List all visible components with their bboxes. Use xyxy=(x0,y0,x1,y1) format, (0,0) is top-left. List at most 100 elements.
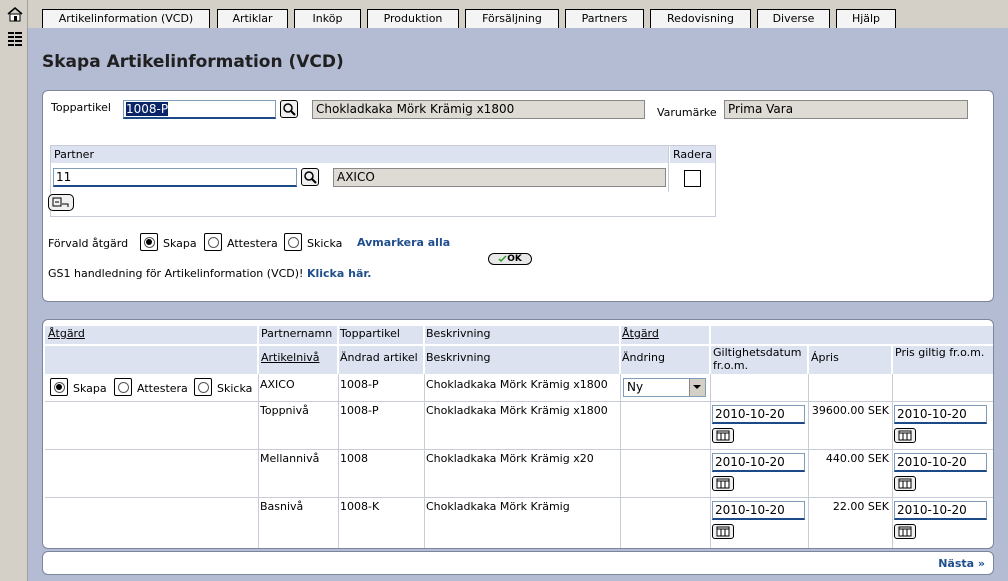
th-pris-giltig: Pris giltig fr.o.m. xyxy=(893,346,993,374)
row-partnernamn: AXICO xyxy=(260,378,295,391)
pris-giltig-input[interactable]: 2010-10-20 xyxy=(894,405,987,424)
avmarkera-alla-link[interactable]: Avmarkera alla xyxy=(357,236,450,249)
row-apris: 22.00 SEK xyxy=(832,500,889,513)
row-artikel: 1008-K xyxy=(340,500,380,513)
calendar-button[interactable] xyxy=(712,428,734,443)
tab-partners[interactable]: Partners xyxy=(565,9,644,28)
partner-name: AXICO xyxy=(333,168,666,187)
toppartikel-search-button[interactable] xyxy=(280,100,298,118)
tab-artikelinformation[interactable]: Artikelinformation (VCD) xyxy=(42,9,210,28)
partner-header: Partner xyxy=(51,146,668,163)
row-artikel: 1008-P xyxy=(340,404,379,417)
row-attestera-radio[interactable] xyxy=(114,378,132,396)
calendar-icon xyxy=(898,430,912,441)
forvald-attestera-radio[interactable] xyxy=(204,233,222,251)
giltighet-input[interactable]: 2010-10-20 xyxy=(712,453,805,472)
row-beskrivning: Chokladkaka Mörk Krämig x1800 xyxy=(426,404,608,417)
calendar-icon xyxy=(716,430,730,441)
forvald-label: Förvald åtgärd xyxy=(48,237,129,250)
row-artikel: 1008 xyxy=(340,452,368,465)
tab-redovisning[interactable]: Redovisning xyxy=(650,9,751,28)
forvald-attestera-label: Attestera xyxy=(227,237,278,250)
tab-produktion[interactable]: Produktion xyxy=(367,9,459,28)
toppartikel-value: 1008-P xyxy=(126,102,169,116)
partner-col-divider xyxy=(668,146,669,192)
andring-select[interactable]: Ny xyxy=(623,378,706,397)
th-partnernamn: Partnernamn xyxy=(259,326,337,344)
table-panel: Åtgärd Partnernamn Toppartikel Beskrivni… xyxy=(42,319,994,549)
varumarke-value: Prima Vara xyxy=(724,100,968,119)
tab-inkop[interactable]: Inköp xyxy=(294,9,361,28)
toppartikel-label: Toppartikel xyxy=(51,101,111,114)
th-atgard2: Åtgärd xyxy=(621,326,709,344)
partner-search-button[interactable] xyxy=(301,168,319,186)
forvald-skicka-radio[interactable] xyxy=(284,233,302,251)
th-beskrivning2: Beskrivning xyxy=(425,346,619,374)
row-skicka-label: Skicka xyxy=(217,382,253,395)
th-atgard: Åtgärd xyxy=(45,326,257,344)
giltighet-input[interactable]: 2010-10-20 xyxy=(712,501,805,520)
tab-diverse[interactable]: Diverse xyxy=(757,9,830,28)
th-blank xyxy=(711,326,993,344)
row-beskrivning: Chokladkaka Mörk Krämig x20 xyxy=(426,452,594,465)
row-apris: 440.00 SEK xyxy=(825,452,889,465)
th-toppartikel: Toppartikel xyxy=(339,326,423,344)
th-artikelniva: Artikelnivå xyxy=(259,346,337,374)
calendar-icon xyxy=(898,478,912,489)
row-skapa-label: Skapa xyxy=(73,382,107,395)
calendar-button[interactable] xyxy=(894,476,916,491)
calendar-button[interactable] xyxy=(894,524,916,539)
pris-giltig-input[interactable]: 2010-10-20 xyxy=(894,453,987,472)
gs1-text: GS1 handledning för Artikelinformation (… xyxy=(48,267,371,280)
tab-hjalp[interactable]: Hjälp xyxy=(836,9,896,28)
form-panel: Toppartikel 1008-P Chokladkaka Mörk Kräm… xyxy=(42,90,994,302)
tab-forsaljning[interactable]: Försäljning xyxy=(465,9,559,28)
th-andrad-artikel: Ändrad artikel xyxy=(339,346,423,374)
row-niva: Toppnivå xyxy=(260,404,309,417)
search-icon xyxy=(283,103,296,116)
radera-header: Radera xyxy=(670,146,715,163)
th-apris: Ápris xyxy=(809,346,891,374)
calendar-button[interactable] xyxy=(712,476,734,491)
row-niva: Basnivå xyxy=(260,500,304,513)
ok-button[interactable]: OK xyxy=(488,253,532,265)
th-giltighet: Giltighetsdatum fr.o.m. xyxy=(711,346,807,374)
row-sep xyxy=(45,401,993,402)
home-icon[interactable] xyxy=(6,6,24,22)
forvald-skicka-label: Skicka xyxy=(307,237,343,250)
ok-label: OK xyxy=(507,254,522,264)
radera-checkbox[interactable] xyxy=(684,170,701,187)
gs1-description: GS1 handledning för Artikelinformation (… xyxy=(48,267,304,280)
forvald-skapa-label: Skapa xyxy=(163,237,197,250)
pris-giltig-input[interactable]: 2010-10-20 xyxy=(894,501,987,520)
calendar-button[interactable] xyxy=(894,428,916,443)
forvald-skapa-radio[interactable] xyxy=(140,233,158,251)
row-skicka-radio[interactable] xyxy=(194,378,212,396)
next-link[interactable]: Nästa » xyxy=(938,557,985,570)
search-icon xyxy=(304,171,317,184)
th-beskrivning: Beskrivning xyxy=(425,326,619,344)
list-icon[interactable] xyxy=(6,30,24,46)
chevron-down-icon xyxy=(689,379,705,396)
main-content: Skapa Artikelinformation (VCD) Toppartik… xyxy=(28,28,1008,581)
partner-input[interactable]: 11 xyxy=(53,168,297,187)
row-sep xyxy=(45,497,993,498)
tab-artiklar[interactable]: Artiklar xyxy=(217,9,288,28)
add-row-icon xyxy=(52,197,69,207)
add-partner-button[interactable] xyxy=(48,194,74,211)
row-sep xyxy=(45,449,993,450)
giltighet-input[interactable]: 2010-10-20 xyxy=(712,405,805,424)
row-toppartikel: 1008-P xyxy=(340,378,379,391)
andring-value: Ny xyxy=(627,380,644,394)
row-beskrivning: Chokladkaka Mörk Krämig xyxy=(426,500,570,513)
row-skapa-radio[interactable] xyxy=(50,378,68,396)
row-beskrivning: Chokladkaka Mörk Krämig x1800 xyxy=(426,378,608,391)
calendar-icon xyxy=(716,526,730,537)
left-toolbar xyxy=(0,0,28,581)
row-niva: Mellannivå xyxy=(260,452,320,465)
calendar-button[interactable] xyxy=(712,524,734,539)
gs1-link[interactable]: Klicka här. xyxy=(307,267,371,280)
checkmark-icon xyxy=(498,254,507,262)
toppartikel-input[interactable]: 1008-P xyxy=(123,100,276,119)
row-apris: 39600.00 SEK xyxy=(811,404,889,417)
